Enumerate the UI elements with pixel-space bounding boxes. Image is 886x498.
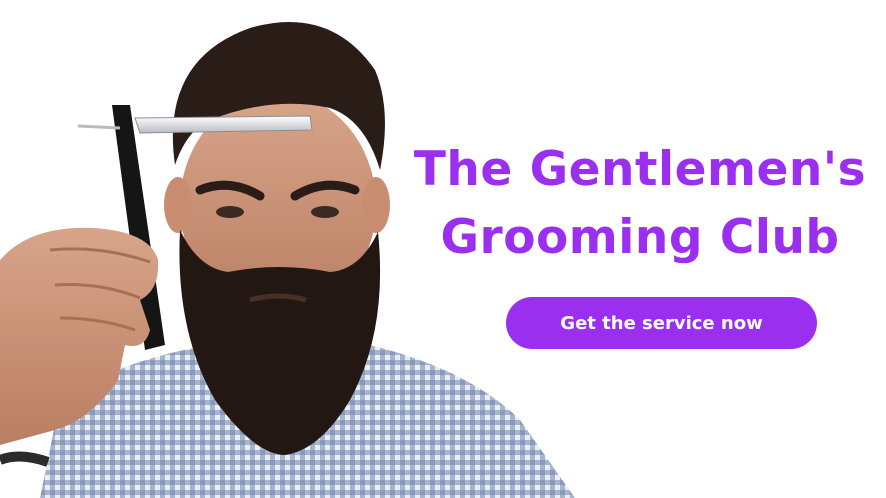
get-service-button[interactable]: Get the service now: [506, 297, 817, 349]
hero-banner: The Gentlemen's Grooming Club Get the se…: [0, 0, 886, 498]
page-title: The Gentlemen's Grooming Club: [413, 142, 867, 265]
